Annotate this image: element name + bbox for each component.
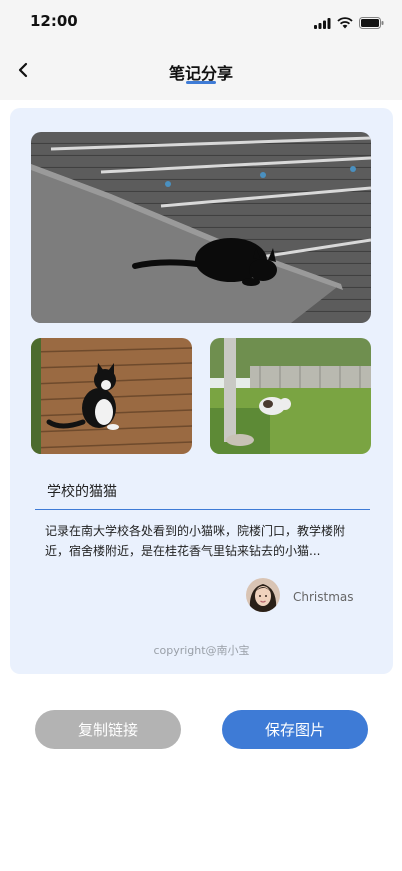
avatar[interactable] <box>246 578 280 612</box>
status-time: 12:00 <box>30 12 78 30</box>
nav-bar: 笔记分享 <box>0 44 402 100</box>
note-body: 记录在南大学校各处看到的小猫咪，院楼门口，教学楼附近，宿舍楼附近，是在桂花香气里… <box>45 524 346 558</box>
garden-cat-photo[interactable] <box>210 338 371 454</box>
copyright-text: copyright@南小宝 <box>153 644 250 657</box>
signal-icon <box>314 14 331 33</box>
battery-icon <box>359 14 384 33</box>
wifi-icon <box>337 14 353 33</box>
status-bar: 12:00 <box>0 0 402 44</box>
title-underline <box>186 81 216 84</box>
status-icons <box>314 14 384 33</box>
save-image-button[interactable]: 保存图片 <box>222 710 368 749</box>
copy-link-button[interactable]: 复制链接 <box>35 710 181 749</box>
tuxedo-cat-photo[interactable] <box>31 338 192 454</box>
note-title: 学校的猫猫 <box>47 484 117 500</box>
black-cat-photo[interactable] <box>31 132 371 323</box>
author-name: Christmas <box>293 590 354 604</box>
share-card: 学校的猫猫 记录在南大学校各处看到的小猫咪，院楼门口，教学楼附近，宿舍楼附近，是… <box>10 108 393 674</box>
title-divider <box>35 509 370 510</box>
